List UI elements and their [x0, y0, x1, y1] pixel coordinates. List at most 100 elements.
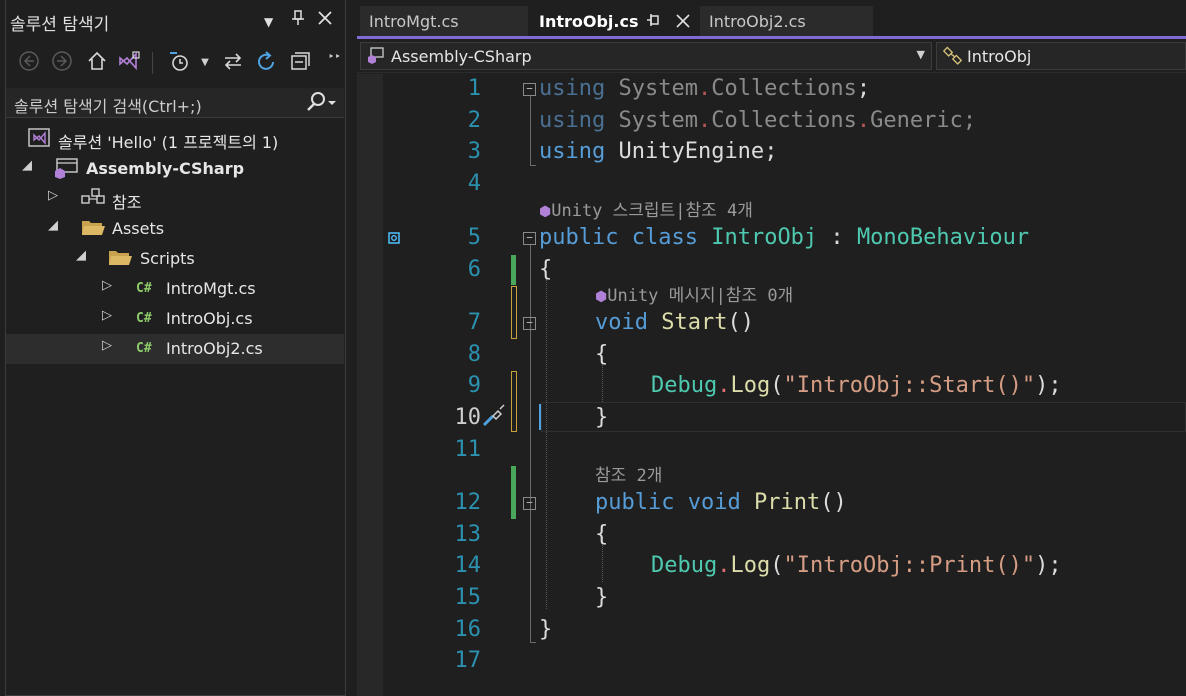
solution-search-input[interactable]: 솔루션 탐색기 검색(Ctrl+;)	[14, 93, 202, 117]
line-number: 2	[467, 108, 481, 133]
collapsed-arrow-icon[interactable]: ▷	[102, 278, 112, 293]
tab-intromgt[interactable]: IntroMgt.cs	[360, 6, 528, 36]
editor-navigation-bar: Assembly-CSharp ▼ IntroObj	[357, 39, 1186, 73]
panel-dropdown-icon[interactable]: ▼	[264, 15, 273, 29]
pin-icon[interactable]	[291, 10, 305, 30]
tree-item-scripts[interactable]: ◢ Scripts	[6, 244, 344, 274]
code-line-2[interactable]: using System.Collections.Generic;	[539, 106, 976, 136]
line-number: 15	[454, 585, 482, 610]
toolbar-separator	[152, 52, 154, 74]
code-editor[interactable]: 1 2 3 4 5 6 7 8 9 10 11 12 13 14 15 16 1…	[357, 74, 1186, 696]
line-number: 1	[467, 76, 481, 101]
fold-collapse-icon[interactable]: −	[523, 497, 536, 510]
folder-open-icon	[107, 247, 133, 273]
line-number: 4	[467, 171, 481, 196]
tree-item-label: Scripts	[140, 249, 195, 268]
tree-item-references[interactable]: ▷ 참조	[6, 184, 344, 214]
collapse-all-icon[interactable]	[287, 50, 313, 76]
code-line-13[interactable]: {	[595, 520, 608, 550]
line-number: 11	[454, 437, 482, 462]
codelens-class[interactable]: ⬢Unity 스크립트|참조 4개	[539, 200, 753, 223]
line-number: 16	[454, 617, 482, 642]
fold-guide-end	[530, 165, 536, 166]
fold-guide-end	[530, 642, 536, 643]
tab-introobj[interactable]: IntroObj.cs	[530, 6, 698, 36]
line-number: 9	[467, 373, 481, 398]
codelens-start[interactable]: ⬢Unity 메시지|참조 0개	[595, 285, 793, 308]
unsaved-change-bar	[511, 371, 517, 432]
line-number: 13	[454, 522, 482, 547]
code-line-15[interactable]: }	[595, 583, 608, 613]
code-line-7[interactable]: void Start()	[595, 308, 754, 338]
codelens-print[interactable]: 참조 2개	[595, 465, 662, 487]
tab-close-icon[interactable]	[676, 13, 690, 32]
fold-collapse-icon[interactable]: −	[523, 232, 536, 245]
tree-item-label: 솔루션 'Hello' (1 프로젝트의 1)	[58, 133, 279, 152]
code-line-3[interactable]: using UnityEngine;	[539, 137, 777, 167]
tree-item-label: IntroObj2.cs	[166, 339, 263, 358]
quick-actions-screwdriver-icon[interactable]	[481, 404, 507, 432]
tab-introobj2[interactable]: IntroObj2.cs	[700, 6, 873, 36]
tree-item-introobj[interactable]: ▷ C# IntroObj.cs	[6, 304, 344, 334]
tree-item-solution[interactable]: 솔루션 'Hello' (1 프로젝트의 1)	[6, 124, 344, 154]
csharp-project-icon	[53, 157, 79, 183]
tab-pin-icon[interactable]	[646, 12, 660, 32]
filter-dropdown-icon[interactable]: ▼	[198, 50, 212, 76]
solution-search-box[interactable]: 솔루션 탐색기 검색(Ctrl+;)	[6, 88, 344, 118]
collapsed-arrow-icon[interactable]: ▷	[102, 308, 112, 323]
switch-views-icon[interactable]	[116, 50, 142, 76]
fold-guide	[530, 96, 531, 166]
code-line-5[interactable]: public class IntroObj : MonoBehaviour	[539, 223, 1029, 253]
text-caret	[539, 404, 541, 430]
expanded-arrow-icon[interactable]: ◢	[22, 158, 32, 173]
fold-collapse-icon[interactable]: −	[523, 317, 536, 330]
code-line-1[interactable]: using System.Collections;	[539, 74, 870, 104]
sync-with-active-document-icon[interactable]	[220, 50, 246, 76]
indent-guide	[546, 279, 547, 609]
class-icon	[942, 46, 965, 70]
tree-item-intromgt[interactable]: ▷ C# IntroMgt.cs	[6, 274, 344, 304]
tree-item-assets[interactable]: ◢ Assets	[6, 214, 344, 244]
project-dropdown-label: Assembly-CSharp	[391, 47, 532, 66]
unsaved-change-bar	[511, 286, 517, 339]
collapsed-arrow-icon[interactable]: ▷	[102, 338, 112, 353]
code-line-6[interactable]: {	[539, 255, 552, 285]
line-number: 5	[467, 225, 481, 250]
tree-item-label: 참조	[112, 193, 142, 212]
line-number: 14	[454, 553, 482, 578]
code-line-12[interactable]: public void Print()	[595, 488, 847, 518]
code-line-9[interactable]: Debug.Log("IntroObj::Start()");	[651, 371, 1062, 401]
project-dropdown[interactable]: Assembly-CSharp ▼	[360, 42, 932, 70]
csharp-file-icon: C#	[136, 281, 152, 296]
csharp-project-icon	[367, 46, 385, 68]
search-icon[interactable]	[304, 90, 338, 119]
code-line-16[interactable]: }	[539, 615, 552, 645]
code-line-8[interactable]: {	[595, 340, 608, 370]
class-dropdown[interactable]: IntroObj	[936, 42, 1186, 70]
line-number-current: 10	[454, 405, 482, 430]
line-number: 6	[467, 257, 481, 282]
tree-item-project[interactable]: ◢ Assembly-CSharp	[6, 154, 344, 184]
saved-change-bar	[511, 255, 516, 285]
collapsed-arrow-icon[interactable]: ▷	[48, 188, 58, 203]
code-line-10[interactable]: }	[595, 403, 608, 433]
fold-guide	[530, 245, 531, 643]
back-icon[interactable]	[16, 50, 42, 76]
tree-item-introobj2[interactable]: ▷ C# IntroObj2.cs	[6, 334, 344, 364]
fold-collapse-icon[interactable]: −	[523, 83, 536, 96]
home-icon[interactable]	[84, 50, 110, 76]
document-tab-bar: IntroMgt.cs IntroObj.cs IntroObj2.cs	[357, 0, 1186, 38]
line-number: 3	[467, 139, 481, 164]
refresh-icon[interactable]	[253, 50, 279, 76]
expanded-arrow-icon[interactable]: ◢	[48, 218, 58, 233]
pending-changes-filter-icon[interactable]	[166, 50, 192, 76]
forward-icon[interactable]	[49, 50, 75, 76]
chevron-down-icon[interactable]: ▼	[917, 48, 925, 61]
class-dropdown-label: IntroObj	[967, 47, 1032, 66]
tree-item-label: IntroObj.cs	[166, 309, 253, 328]
close-icon[interactable]	[317, 10, 333, 30]
expanded-arrow-icon[interactable]: ◢	[76, 248, 86, 263]
toolbar-overflow-icon[interactable]: ‣‣	[328, 44, 341, 70]
code-line-14[interactable]: Debug.Log("IntroObj::Print()");	[651, 551, 1062, 581]
saved-change-bar	[511, 466, 516, 519]
